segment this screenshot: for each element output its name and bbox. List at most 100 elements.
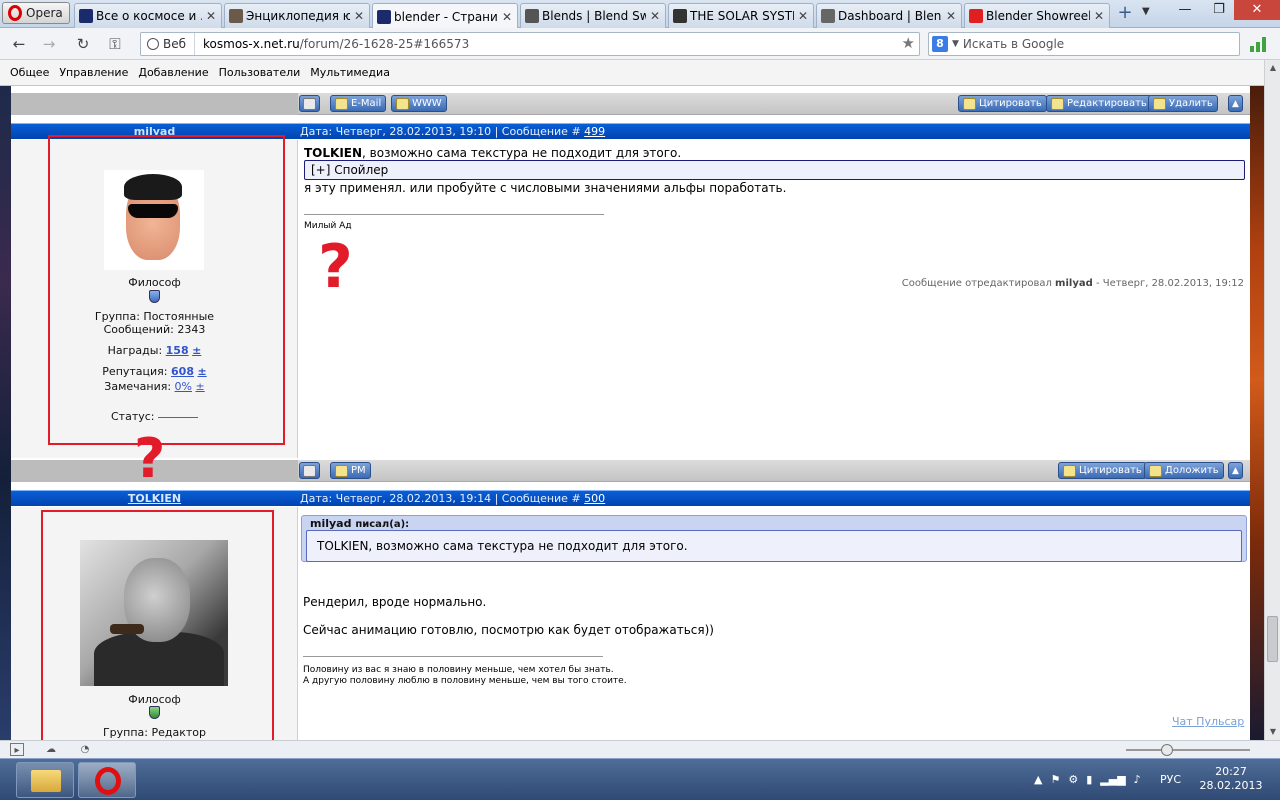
post-author-tolkien[interactable]: TOLKIEN (11, 491, 298, 506)
tab-dashboard[interactable]: Dashboard | Blend... ✕ (816, 3, 962, 28)
chat-pulsar-link[interactable]: Чат Пульсар (1172, 715, 1244, 728)
close-tab-icon[interactable]: ✕ (353, 9, 365, 23)
edit-button[interactable]: Редактировать (1046, 95, 1152, 112)
quote-block: milyad писал(а): TOLKIEN, возможно сама … (301, 515, 1247, 562)
folder-icon (31, 770, 61, 792)
tab-blender-active[interactable]: blender - Страниц... ✕ (372, 3, 518, 29)
panel-toggle-icon[interactable]: ▸ (10, 743, 24, 756)
arrow-up-icon: ▲ (1232, 465, 1239, 476)
background-space-right (1250, 86, 1264, 740)
bookmark-star-icon[interactable]: ★ (902, 34, 915, 52)
scroll-top-button[interactable]: ▲ (1228, 95, 1243, 112)
tray-chevron-up-icon[interactable]: ▲ (1034, 773, 1042, 786)
back-arrow-icon[interactable]: ← (8, 34, 30, 54)
close-tab-icon[interactable]: ✕ (797, 9, 809, 23)
profile-button[interactable] (299, 462, 320, 479)
post-line-1: Рендерил, вроде нормально. (303, 595, 487, 609)
annotation-box-profile-1 (48, 135, 285, 445)
email-button[interactable]: E-Mail (330, 95, 387, 112)
new-tab-button[interactable]: + (1114, 4, 1136, 24)
taskbar-opera-button[interactable] (78, 762, 136, 798)
annotation-question-mark: ? (318, 232, 353, 302)
key-icon[interactable]: ⚿ (104, 34, 126, 54)
turbo-gauge-icon[interactable]: ◔ (78, 743, 92, 756)
tab-list-chevron-down-icon[interactable]: ▼ (1142, 6, 1150, 17)
spoiler-toggle[interactable]: [+] Спойлер (304, 160, 1245, 180)
tray-signal-icon[interactable]: ▂▄▆ (1100, 773, 1125, 786)
signal-bars-icon[interactable] (1250, 36, 1268, 52)
browser-status-bar: ▸ ☁ ◔ (0, 740, 1280, 758)
zoom-slider-track[interactable] (1126, 749, 1250, 751)
search-field[interactable]: 8 ▼ Искать в Google (928, 32, 1240, 56)
search-engine-chevron-down-icon[interactable]: ▼ (952, 39, 959, 49)
annotation-box-profile-2 (41, 510, 274, 740)
minimize-button[interactable]: — (1168, 0, 1202, 20)
scroll-top-button-2[interactable]: ▲ (1228, 462, 1243, 479)
opera-menu-label: Opera (26, 6, 63, 20)
scroll-down-arrow-icon[interactable]: ▼ (1265, 724, 1280, 740)
post-date: Дата: Четверг, 28.02.2013, 19:14 | Сообщ… (300, 492, 606, 505)
profile-button[interactable] (299, 95, 320, 112)
post-header-500: TOLKIEN Дата: Четверг, 28.02.2013, 19:14… (11, 490, 1250, 506)
delete-button[interactable]: Удалить (1148, 95, 1218, 112)
quote-text: TOLKIEN, возможно сама текстура не подхо… (306, 530, 1242, 562)
maximize-button[interactable]: ❐ (1202, 0, 1236, 20)
post-number-link[interactable]: 500 (584, 492, 605, 505)
taskbar-explorer-button[interactable] (16, 762, 74, 798)
zoom-slider-handle[interactable] (1161, 744, 1173, 756)
pm-button[interactable]: PM (330, 462, 371, 479)
signature-divider (303, 656, 603, 657)
opera-logo-icon (95, 767, 121, 795)
address-field[interactable]: Веб kosmos-x.net.ru/forum/26-1628-25#166… (140, 32, 920, 56)
close-tab-icon[interactable]: ✕ (205, 9, 217, 23)
close-window-button[interactable]: ✕ (1234, 0, 1280, 20)
opera-menu-button[interactable]: Opera (2, 2, 70, 24)
post-body-499: TOLKIEN, возможно сама текстура не подхо… (298, 140, 1250, 458)
close-tab-icon[interactable]: ✕ (649, 9, 661, 23)
address-toolbar: ← → ↻ ⚿ Веб kosmos-x.net.ru/forum/26-162… (0, 28, 1280, 60)
windows-taskbar: ▲ ⚑ ⚙ ▮ ▂▄▆ ♪ РУС 20:27 28.02.2013 (0, 758, 1280, 800)
delete-icon (1153, 97, 1166, 110)
close-tab-icon[interactable]: ✕ (501, 10, 513, 24)
tab-bar: Opera Все о космосе и ... ✕ Энциклопедия… (0, 0, 1280, 29)
www-button[interactable]: WWW (391, 95, 447, 112)
reload-icon[interactable]: ↻ (72, 34, 94, 54)
scrollbar-thumb[interactable] (1267, 616, 1278, 662)
report-button[interactable]: Доложить (1144, 462, 1224, 479)
signature-line-2: А другую половину люблю в половину меньш… (303, 676, 627, 686)
scroll-up-arrow-icon[interactable]: ▲ (1265, 60, 1280, 76)
tray-volume-icon[interactable]: ♪ (1134, 773, 1141, 786)
system-clock[interactable]: 20:27 28.02.2013 (1196, 765, 1266, 793)
tab-encyclopedia[interactable]: Энциклопедия ю... ✕ (224, 3, 370, 28)
post-line-2: Сейчас анимацию готовлю, посмотрю как бу… (303, 623, 714, 637)
menu-item-users[interactable]: Пользователи (219, 66, 301, 79)
quote-button-2[interactable]: Цитировать (1058, 462, 1147, 479)
post-number-link[interactable]: 499 (584, 125, 605, 138)
home-icon (396, 97, 409, 110)
menu-item-management[interactable]: Управление (59, 66, 128, 79)
close-tab-icon[interactable]: ✕ (1093, 9, 1105, 23)
vertical-scrollbar[interactable]: ▲ ▼ (1264, 60, 1280, 740)
tab-solar-system[interactable]: THE SOLAR SYSTE... ✕ (668, 3, 814, 28)
tray-settings-icon[interactable]: ⚙ (1068, 773, 1078, 786)
menu-item-add[interactable]: Добавление (138, 66, 208, 79)
opera-unite-cloud-icon[interactable]: ☁ (44, 743, 58, 756)
menu-item-multimedia[interactable]: Мультимедиа (310, 66, 390, 79)
tray-battery-icon[interactable]: ▮ (1086, 773, 1092, 786)
site-info-badge[interactable]: Веб (141, 33, 196, 55)
tray-flag-icon[interactable]: ⚑ (1050, 773, 1060, 786)
quote-icon (1063, 464, 1076, 477)
post-toolbar-top: E-Mail WWW Цитировать Редактировать Удал… (11, 93, 1250, 115)
menu-item-general[interactable]: Общее (10, 66, 49, 79)
edit-pencil-icon (1051, 97, 1064, 110)
email-icon (335, 97, 348, 110)
private-message-icon (335, 464, 348, 477)
globe-icon (147, 38, 159, 50)
close-tab-icon[interactable]: ✕ (945, 9, 957, 23)
tab-kosmos[interactable]: Все о космосе и ... ✕ (74, 3, 222, 28)
quote-button[interactable]: Цитировать (958, 95, 1047, 112)
tab-blend-swap[interactable]: Blends | Blend Swap ✕ (520, 3, 666, 28)
tab-blender-showreel[interactable]: Blender Showreel ... ✕ (964, 3, 1110, 28)
input-language[interactable]: РУС (1160, 773, 1181, 786)
forward-arrow-icon[interactable]: → (38, 34, 60, 54)
